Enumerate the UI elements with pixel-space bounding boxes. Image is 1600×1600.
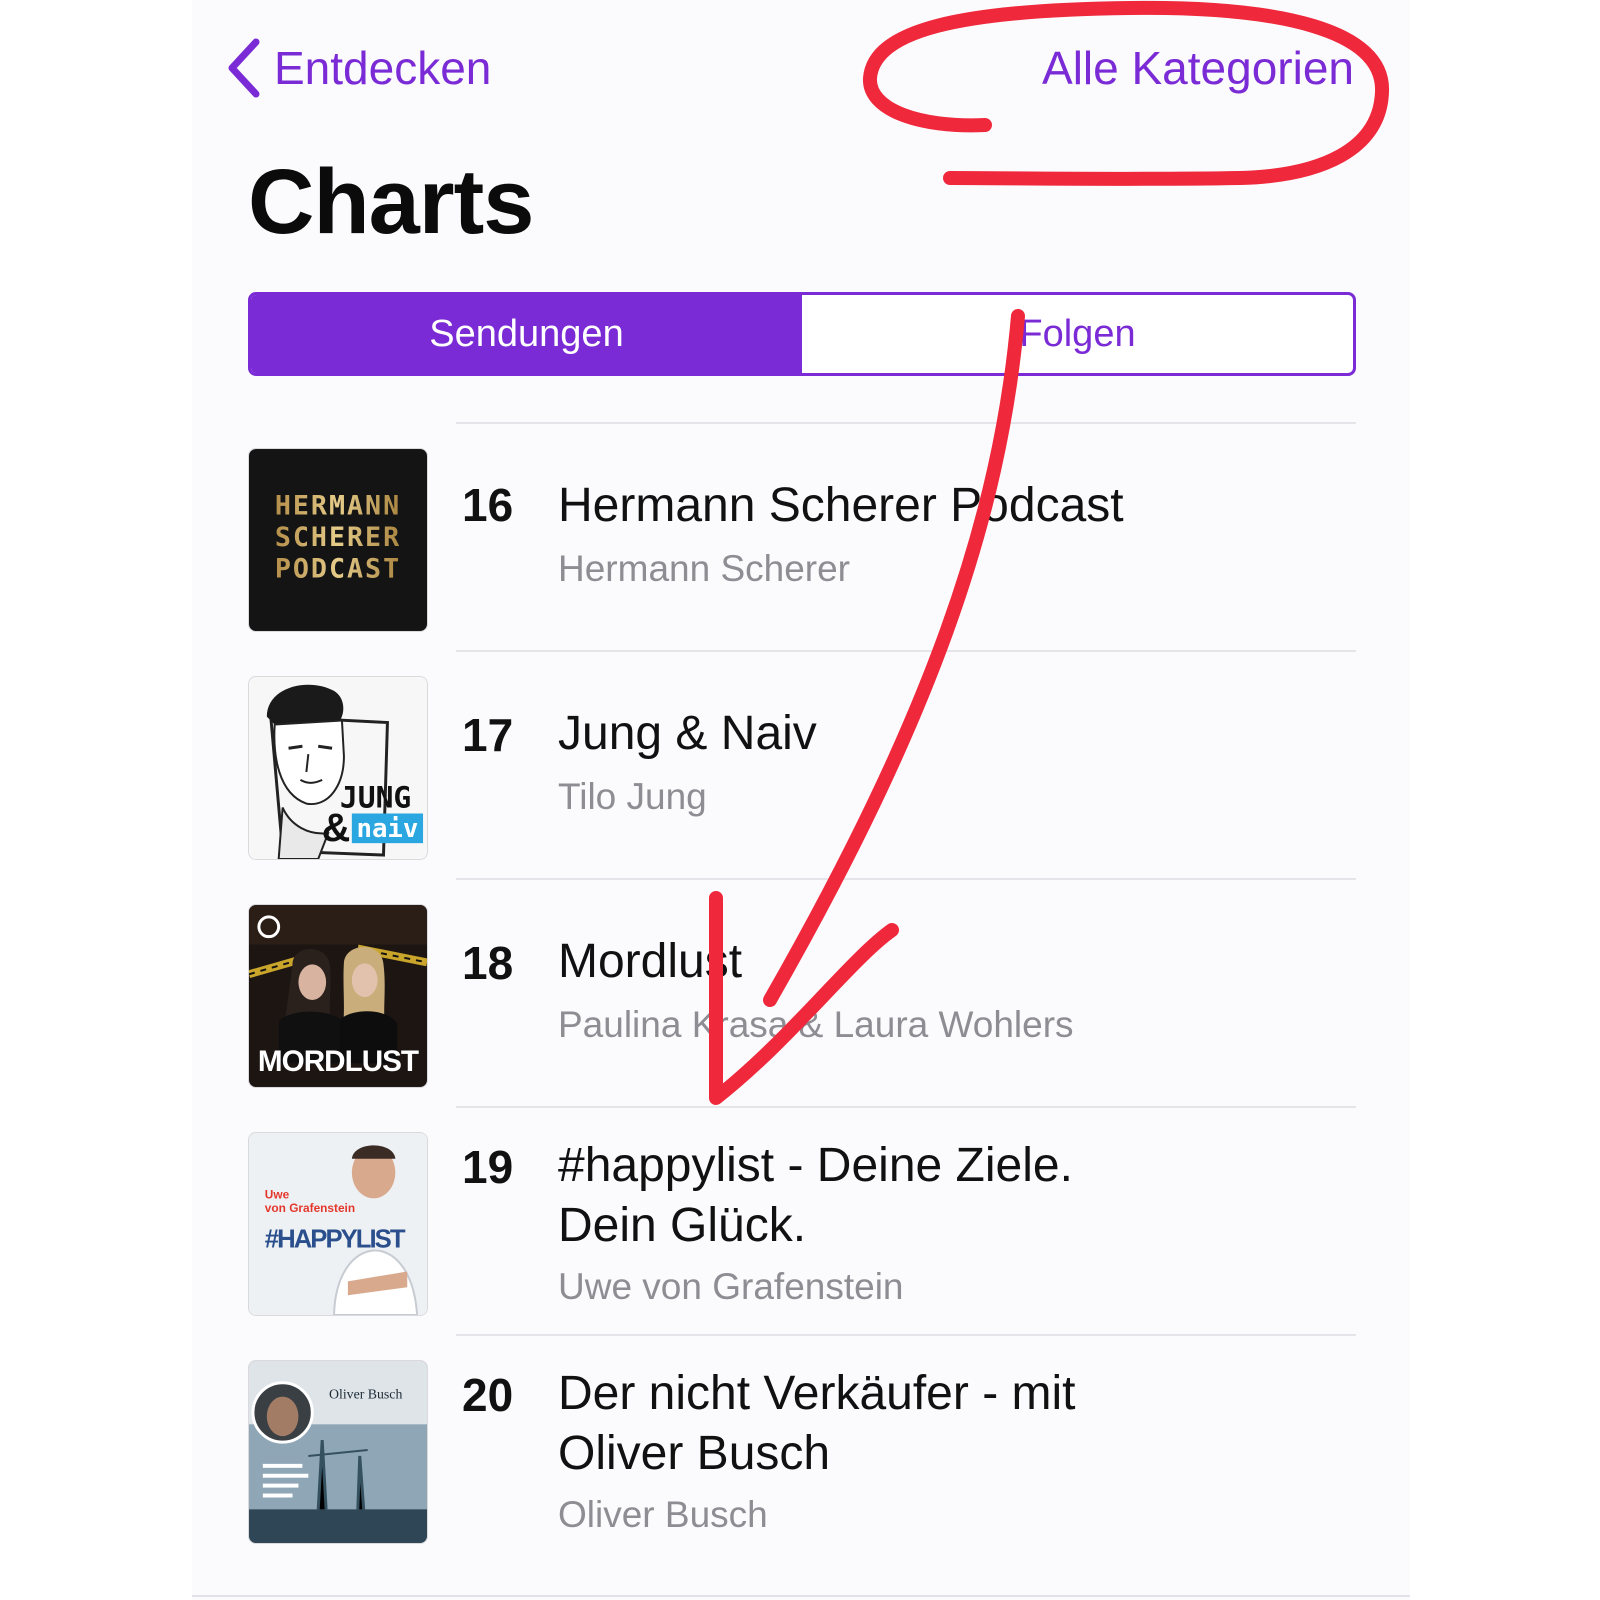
list-divider xyxy=(456,1334,1356,1336)
page-title: Charts xyxy=(248,151,534,253)
podcast-title: Mordlust xyxy=(558,935,743,988)
cover-text: MORDLUST xyxy=(258,1045,419,1078)
list-divider xyxy=(456,422,1356,424)
podcast-cover-happylist: Uwe von Grafenstein #HAPPYLIST xyxy=(248,1132,428,1316)
chart-row-16[interactable]: HERMANN SCHERER PODCAST 16 Hermann Scher… xyxy=(248,448,1356,632)
podcast-author: Uwe von Grafenstein xyxy=(558,1266,904,1307)
all-categories-button[interactable]: Alle Kategorien xyxy=(1042,36,1354,100)
chart-row-17[interactable]: JUNG & naiv 17 Jung & Naiv Tilo Jung xyxy=(248,676,1356,860)
podcast-author: Oliver Busch xyxy=(558,1494,768,1535)
segmented-control: Sendungen Folgen xyxy=(248,292,1356,376)
cover-text: JUNG xyxy=(340,780,411,815)
podcast-title: Jung & Naiv xyxy=(558,707,817,760)
cover-text: Uwe xyxy=(265,1187,290,1201)
chart-row-18[interactable]: MORDLUST 18 Mordlust Paulina Krasa & Lau… xyxy=(248,904,1356,1088)
list-divider xyxy=(456,878,1356,880)
chart-rank: 16 xyxy=(462,479,514,531)
cover-text: naiv xyxy=(356,814,418,844)
chart-row-20[interactable]: Oliver Busch 20 Der nicht Verkäufer - mi… xyxy=(248,1360,1356,1544)
cover-text: von Grafenstein xyxy=(265,1201,355,1215)
podcast-author: Hermann Scherer xyxy=(558,548,851,589)
podcast-title: Hermann Scherer Podcast xyxy=(558,479,1124,532)
cover-text: SCHERER xyxy=(275,522,401,553)
chevron-left-icon xyxy=(228,38,260,98)
podcast-title: #happylist - Deine Ziele. Dein Glück. xyxy=(558,1139,1073,1252)
podcast-cover-oliver-busch: Oliver Busch xyxy=(248,1360,428,1544)
cover-text: PODCAST xyxy=(275,554,401,585)
podcast-cover-jung-naiv: JUNG & naiv xyxy=(248,676,428,860)
list-divider xyxy=(456,1106,1356,1108)
podcast-title: Der nicht Verkäufer - mit Oliver Busch xyxy=(558,1367,1076,1480)
podcast-cover-mordlust: MORDLUST xyxy=(248,904,428,1088)
back-button-label: Entdecken xyxy=(274,42,492,94)
bottom-divider xyxy=(192,1595,1410,1597)
cover-text: HERMANN xyxy=(275,490,401,521)
podcast-author: Tilo Jung xyxy=(558,776,707,817)
chart-rank: 17 xyxy=(462,709,514,761)
podcast-cover-hermann-scherer: HERMANN SCHERER PODCAST xyxy=(248,448,428,632)
cover-text: & xyxy=(322,806,351,850)
cover-text: Oliver Busch xyxy=(329,1387,402,1402)
chart-rank: 20 xyxy=(462,1369,514,1421)
chart-rank: 18 xyxy=(462,937,514,989)
list-divider xyxy=(456,650,1356,652)
back-button[interactable]: Entdecken xyxy=(224,36,491,100)
cover-text: #HAPPYLIST xyxy=(265,1226,406,1254)
podcast-author: Paulina Krasa & Laura Wohlers xyxy=(558,1004,1074,1045)
chart-rank: 19 xyxy=(462,1141,514,1193)
segment-folgen[interactable]: Folgen xyxy=(802,295,1353,373)
segment-sendungen[interactable]: Sendungen xyxy=(251,295,802,373)
chart-row-19[interactable]: Uwe von Grafenstein #HAPPYLIST 19 #happy… xyxy=(248,1132,1356,1316)
